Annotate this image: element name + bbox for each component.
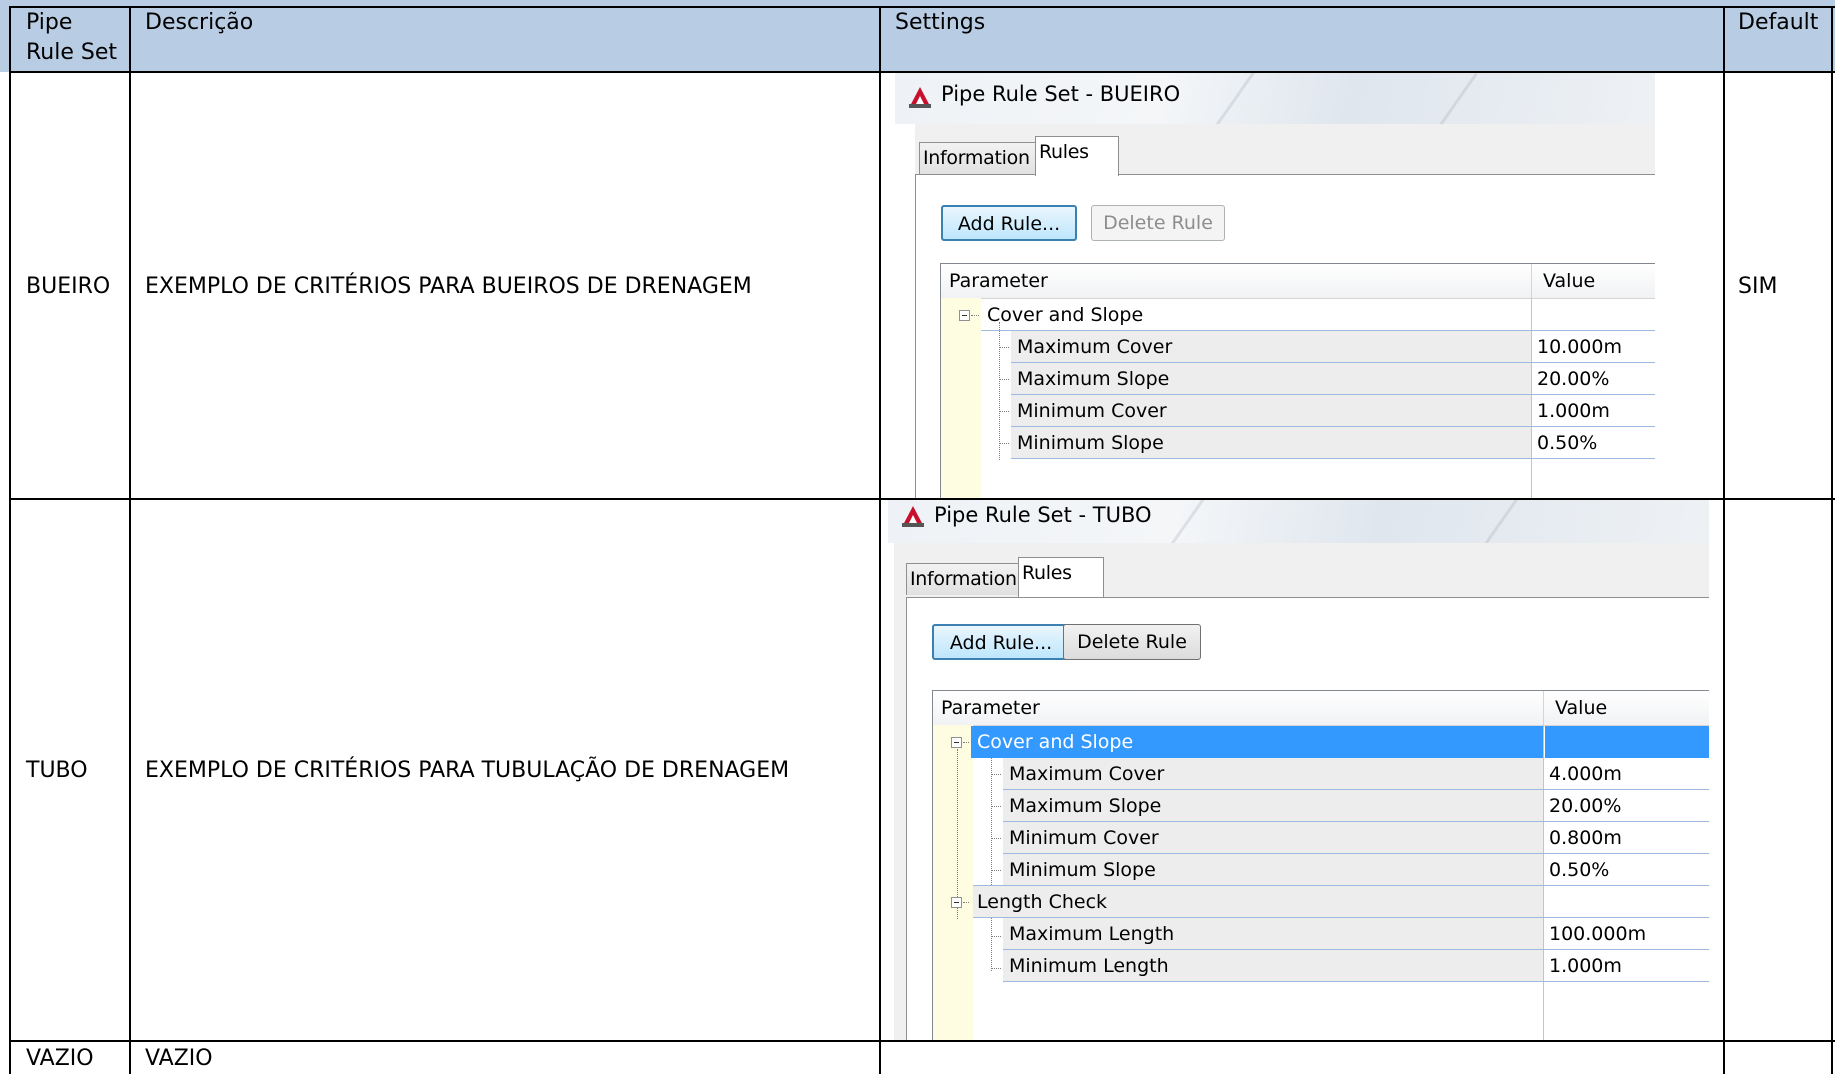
param-value[interactable]: 0.50%: [1533, 427, 1597, 459]
group-label: Cover and Slope: [977, 731, 1134, 753]
row-tubo-name: TUBO: [26, 758, 88, 783]
header-descricao: Descrição: [145, 10, 254, 35]
param-label: Minimum Cover: [1017, 400, 1167, 422]
add-rule-button[interactable]: Add Rule...: [941, 205, 1077, 241]
tab-rules[interactable]: Rules: [1018, 557, 1104, 597]
column-parameter: Parameter: [949, 270, 1048, 292]
civil3d-app-icon: [902, 506, 924, 527]
group-label: Cover and Slope: [987, 304, 1144, 326]
rules-grid: Parameter Value Cover and Slope Maximum …: [932, 690, 1709, 1040]
header-pipe-rule-set: Pipe Rule Set: [26, 10, 118, 65]
param-row-minimum-slope[interactable]: Minimum Slope 0.50%: [933, 854, 1709, 886]
add-rule-button[interactable]: Add Rule...: [932, 624, 1070, 660]
dialog-tubo-titlebar: Pipe Rule Set - TUBO: [888, 499, 1709, 554]
rules-table: Pipe Rule Set Descrição Settings Default…: [0, 0, 1835, 1074]
param-row-maximum-slope[interactable]: Maximum Slope 20.00%: [941, 363, 1655, 395]
param-value[interactable]: 0.800m: [1545, 822, 1622, 854]
collapse-icon[interactable]: [959, 310, 970, 321]
dialog-tubo-title: Pipe Rule Set - TUBO: [934, 503, 1152, 527]
tree-group-cover-slope[interactable]: Cover and Slope: [933, 726, 1709, 758]
dialog-bueiro-title: Pipe Rule Set - BUEIRO: [941, 82, 1181, 106]
tab-rules[interactable]: Rules: [1035, 136, 1119, 176]
table-divider: [9, 1040, 1835, 1042]
param-value[interactable]: 1.000m: [1533, 395, 1610, 427]
param-row-minimum-cover[interactable]: Minimum Cover 1.000m: [941, 395, 1655, 427]
dialog-bueiro-screenshot: Pipe Rule Set - BUEIRO Information Rules…: [895, 72, 1655, 499]
row-tubo-description: EXEMPLO DE CRITÉRIOS PARA TUBULAÇÃO DE D…: [145, 758, 790, 783]
param-row-maximum-length[interactable]: Maximum Length 100.000m: [933, 918, 1709, 950]
tab-information[interactable]: Information: [919, 142, 1037, 174]
dialog-bueiro-rules-page: Add Rule... Delete Rule Parameter Value: [915, 174, 1655, 499]
dialog-tubo-screenshot: Pipe Rule Set - TUBO Information Rules A…: [888, 499, 1709, 1040]
table-border-left: [9, 6, 11, 1074]
param-label: Minimum Length: [1009, 955, 1169, 977]
delete-rule-button[interactable]: Delete Rule: [1063, 624, 1201, 660]
table-divider: [879, 6, 881, 1074]
header-default: Default: [1738, 10, 1819, 35]
collapse-icon[interactable]: [951, 897, 962, 908]
param-label: Maximum Slope: [1009, 795, 1162, 817]
param-row-maximum-cover[interactable]: Maximum Cover 10.000m: [941, 331, 1655, 363]
param-label: Maximum Slope: [1017, 368, 1170, 390]
civil3d-app-icon: [909, 87, 931, 108]
dialog-tubo-panel: Information Rules Add Rule... Delete Rul…: [894, 543, 1709, 1040]
param-row-minimum-cover[interactable]: Minimum Cover 0.800m: [933, 822, 1709, 854]
rules-grid: Parameter Value Cover and Slope Maximum …: [940, 263, 1655, 499]
tab-information[interactable]: Information: [906, 563, 1024, 595]
param-value[interactable]: 1.000m: [1545, 950, 1622, 982]
param-label: Maximum Cover: [1017, 336, 1173, 358]
param-value[interactable]: 20.00%: [1533, 363, 1609, 395]
param-label: Minimum Slope: [1017, 432, 1164, 454]
dialog-bueiro-titlebar: Pipe Rule Set - BUEIRO: [895, 72, 1655, 132]
table-divider: [9, 71, 1835, 73]
column-parameter: Parameter: [941, 697, 1040, 719]
param-row-minimum-slope[interactable]: Minimum Slope 0.50%: [941, 427, 1655, 459]
header-settings: Settings: [895, 10, 986, 35]
dialog-tubo-rules-page: Add Rule... Delete Rule Parameter Value: [906, 597, 1709, 1040]
param-label: Minimum Cover: [1009, 827, 1159, 849]
param-row-maximum-cover[interactable]: Maximum Cover 4.000m: [933, 758, 1709, 790]
row-bueiro-default: SIM: [1738, 274, 1778, 299]
table-divider: [9, 498, 1835, 500]
collapse-icon[interactable]: [951, 737, 962, 748]
param-label: Minimum Slope: [1009, 859, 1156, 881]
param-row-minimum-length[interactable]: Minimum Length 1.000m: [933, 950, 1709, 982]
param-value[interactable]: 10.000m: [1533, 331, 1622, 363]
grid-header: Parameter Value: [941, 264, 1655, 299]
row-vazio-description: VAZIO: [145, 1046, 213, 1071]
tree-group-cover-slope[interactable]: Cover and Slope: [941, 299, 1655, 331]
tree-group-length-check[interactable]: Length Check: [933, 886, 1709, 918]
param-value[interactable]: 0.50%: [1545, 854, 1609, 886]
param-value[interactable]: 4.000m: [1545, 758, 1622, 790]
table-divider: [129, 6, 131, 1074]
row-bueiro-name: BUEIRO: [26, 274, 111, 299]
dialog-bueiro-panel: Information Rules Add Rule... Delete Rul…: [915, 124, 1655, 499]
delete-rule-button[interactable]: Delete Rule: [1091, 205, 1225, 241]
table-divider: [1723, 6, 1725, 1074]
param-label: Maximum Length: [1009, 923, 1175, 945]
table-border-right: [1831, 6, 1833, 1074]
column-value: Value: [1555, 697, 1608, 719]
group-label: Length Check: [977, 891, 1108, 913]
param-value[interactable]: 20.00%: [1545, 790, 1621, 822]
column-value: Value: [1543, 270, 1596, 292]
table-border-top: [9, 6, 1835, 8]
param-label: Maximum Cover: [1009, 763, 1165, 785]
param-row-maximum-slope[interactable]: Maximum Slope 20.00%: [933, 790, 1709, 822]
row-bueiro-description: EXEMPLO DE CRITÉRIOS PARA BUEIROS DE DRE…: [145, 274, 752, 299]
param-value[interactable]: 100.000m: [1545, 918, 1646, 950]
grid-header: Parameter Value: [933, 691, 1709, 726]
row-vazio-name: VAZIO: [26, 1046, 94, 1071]
